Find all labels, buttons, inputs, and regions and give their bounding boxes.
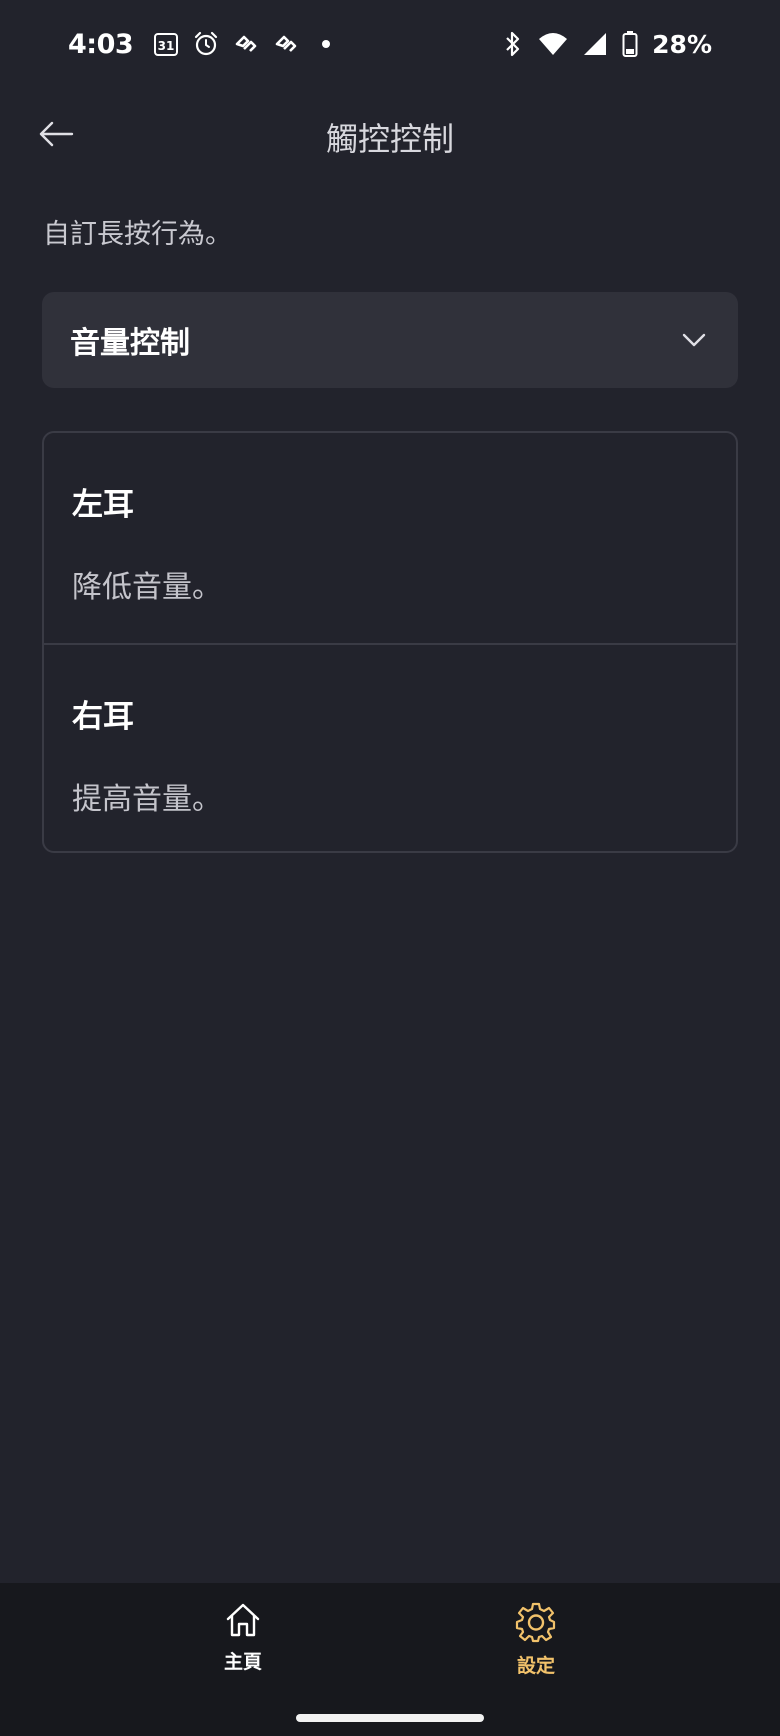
nav-home[interactable]: 主頁 <box>183 1601 303 1674</box>
nav-home-label: 主頁 <box>223 1651 262 1673</box>
app-bar: 觸控控制 <box>0 88 780 188</box>
calendar-icon: 31 <box>153 31 179 57</box>
wifi-icon <box>538 31 568 57</box>
home-icon <box>226 1603 260 1637</box>
nav-settings-label: 設定 <box>516 1655 555 1677</box>
dropdown-selected-value: 音量控制 <box>70 326 190 361</box>
cell-signal-icon <box>582 31 608 57</box>
app-notification-icon <box>273 31 299 57</box>
nav-settings[interactable]: 設定 <box>476 1601 596 1678</box>
status-right: 28% <box>502 30 712 59</box>
left-ear-label: 左耳 <box>72 487 134 523</box>
page-title: 觸控控制 <box>325 120 454 158</box>
calendar-date: 31 <box>158 39 175 53</box>
page-description: 自訂長按行為。 <box>43 219 232 250</box>
status-left: 4:03 31 <box>68 29 339 60</box>
bottom-navigation: 主頁 設定 <box>0 1583 780 1736</box>
alarm-icon <box>193 31 219 57</box>
bluetooth-icon <box>502 30 524 58</box>
control-mode-dropdown[interactable]: 音量控制 <box>42 292 738 388</box>
right-ear-section: 右耳 提高音量。 <box>44 643 736 851</box>
notification-dot-icon <box>313 31 339 57</box>
left-ear-section: 左耳 降低音量。 <box>44 433 736 643</box>
battery-percentage: 28% <box>652 29 712 59</box>
app-notification-icon <box>233 31 259 57</box>
gear-icon <box>515 1602 556 1643</box>
battery-icon <box>622 30 638 58</box>
left-ear-action: 降低音量。 <box>72 570 222 605</box>
gesture-navigation-bar[interactable] <box>296 1714 484 1722</box>
status-bar: 4:03 31 28% <box>0 0 780 88</box>
ear-settings-card: 左耳 降低音量。 右耳 提高音量。 <box>42 431 738 853</box>
right-ear-action: 提高音量。 <box>72 782 222 817</box>
chevron-down-icon <box>682 333 706 347</box>
right-ear-label: 右耳 <box>72 699 134 735</box>
status-time: 4:03 <box>68 28 134 60</box>
